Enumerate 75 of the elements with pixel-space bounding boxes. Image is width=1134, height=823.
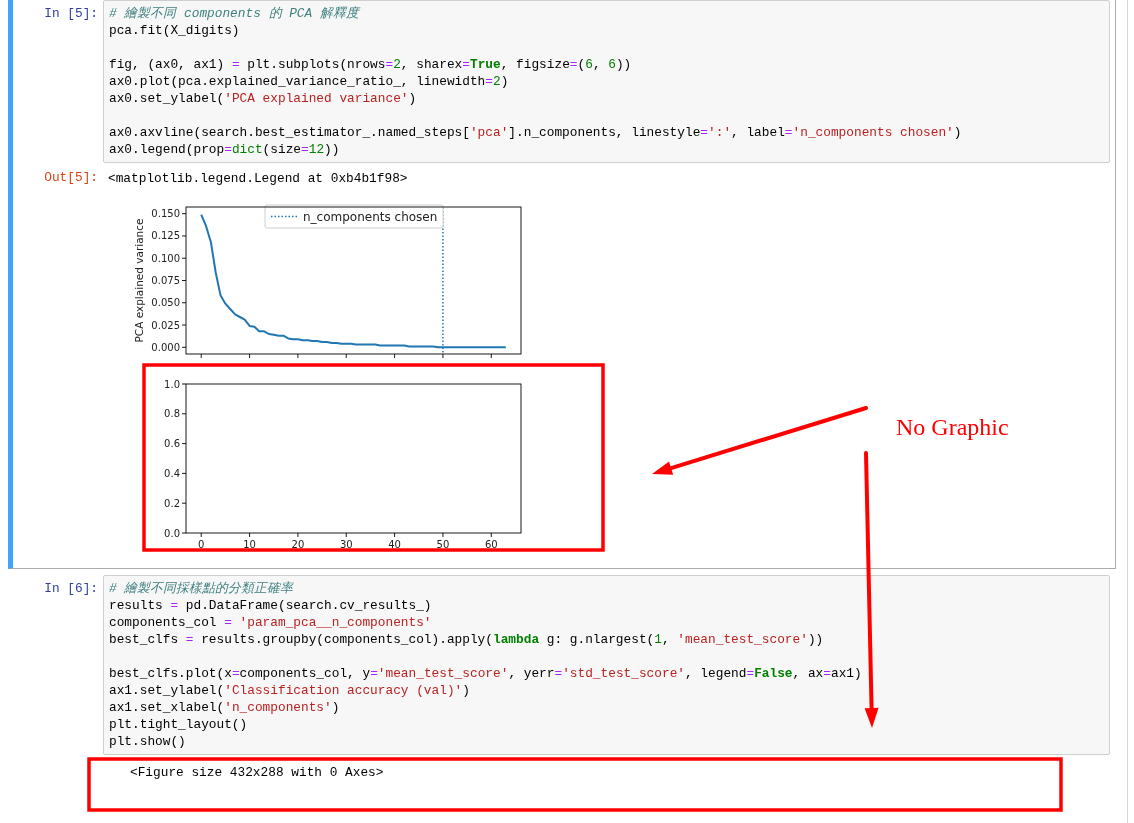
code-line: # 繪製不同採樣點的分類正確率 <box>109 580 295 597</box>
code-editor[interactable] <box>103 575 1110 755</box>
tick-label: 0 <box>198 539 205 550</box>
code-line: # 繪製不同 components 的 PCA 解釋度 <box>109 5 362 22</box>
tick-mark <box>181 213 187 215</box>
input-prompt: In [5]: <box>43 5 99 23</box>
tick-label: 0.150 <box>151 208 180 220</box>
legend-line-icon <box>270 215 299 218</box>
tick-mark <box>394 532 396 538</box>
tick-mark <box>181 324 187 326</box>
tick-label: 0.8 <box>164 408 180 420</box>
tick-label: 10 <box>243 539 256 550</box>
tick-mark <box>442 353 444 359</box>
code-line: best_clfs = results.groupby(components_col).apply(lambda g: g.nlargest(1, 'mean_test_score')) <box>109 631 825 648</box>
tick-label: 0.2 <box>164 497 180 509</box>
axis-label: PCA explained variance <box>133 218 145 343</box>
tick-label: 40 <box>388 539 401 550</box>
tick-label: 0.025 <box>151 319 180 331</box>
code-line: ax0.set_ylabel('PCA explained variance') <box>109 90 418 107</box>
tick-label: 60 <box>484 539 498 550</box>
tick-mark <box>181 443 187 445</box>
tick-mark <box>249 353 250 359</box>
code-line: ax1.set_ylabel('Classification accuracy (val)') <box>109 682 471 699</box>
tick-label: 0.100 <box>151 252 180 264</box>
output-prompt: Out[5]: <box>43 169 99 187</box>
tick-label: 30 <box>339 539 353 550</box>
tick-mark <box>200 353 202 359</box>
code-line: ax0.plot(pca.explained_variance_ratio_, linewidth=2) <box>109 73 510 90</box>
tick-mark <box>345 532 347 538</box>
code-line: ax0.axvline(search.best_estimator_.named_steps['pca'].n_components, linestyle=':', label='n_components chosen') <box>109 124 963 141</box>
tick-mark <box>297 353 299 359</box>
code-line: ax0.legend(prop=dict(size=12)) <box>109 141 341 158</box>
legend-label: n_components chosen <box>303 210 438 224</box>
tick-mark <box>442 532 444 538</box>
tick-mark <box>181 472 187 474</box>
code-line: components_col = 'param_pca__n_components' <box>109 614 433 631</box>
tick-label: 0.075 <box>151 275 180 286</box>
code-line: plt.show() <box>109 733 187 750</box>
tick-label: 0.4 <box>164 467 180 479</box>
tick-label: 0.050 <box>151 297 180 309</box>
tick-mark <box>181 257 187 259</box>
tick-mark <box>490 353 492 359</box>
annotation-text: No Graphic <box>896 414 1009 441</box>
input-prompt: In [6]: <box>43 580 99 598</box>
code-line: ax1.set_xlabel('n_components') <box>109 699 341 716</box>
code-line: results = pd.DataFrame(search.cv_results_) <box>109 597 433 614</box>
tick-label: 1.0 <box>164 378 180 390</box>
tick-mark <box>181 302 187 304</box>
tick-label: 50 <box>436 539 450 550</box>
tick-mark <box>200 532 202 538</box>
notebook-cell[interactable] <box>8 0 1116 569</box>
tick-label: 0.125 <box>151 230 180 242</box>
tick-mark <box>394 353 396 359</box>
tick-mark <box>181 235 187 237</box>
code-editor[interactable] <box>103 0 1110 163</box>
tick-mark <box>249 532 250 538</box>
tick-mark <box>297 532 299 538</box>
code-line: pca.fit(X_digits) <box>109 22 241 39</box>
code-line: plt.tight_layout() <box>109 716 249 733</box>
code-line: best_clfs.plot(x=components_col, y='mean_test_score', yerr='std_test_score', legend=False, ax=ax1) <box>109 665 863 682</box>
output-text: <Figure size 432x288 with 0 Axes> <box>130 764 384 781</box>
code-line: fig, (ax0, ax1) = plt.subplots(nrows=2, sharex=True, figsize=(6, 6)) <box>109 56 633 73</box>
tick-mark <box>490 532 492 538</box>
tick-label: 20 <box>291 539 305 550</box>
tick-mark <box>345 353 347 359</box>
tick-label: 0.6 <box>164 438 180 450</box>
output-text: <matplotlib.legend.Legend at 0xb4b1f98> <box>108 170 408 187</box>
tick-mark <box>181 413 187 415</box>
tick-mark <box>181 383 187 385</box>
tick-mark <box>181 502 187 504</box>
tick-mark <box>181 280 187 281</box>
tick-mark <box>181 532 187 534</box>
tick-label: 0.0 <box>164 527 180 539</box>
tick-mark <box>181 346 187 348</box>
tick-label: 0.000 <box>151 341 180 353</box>
